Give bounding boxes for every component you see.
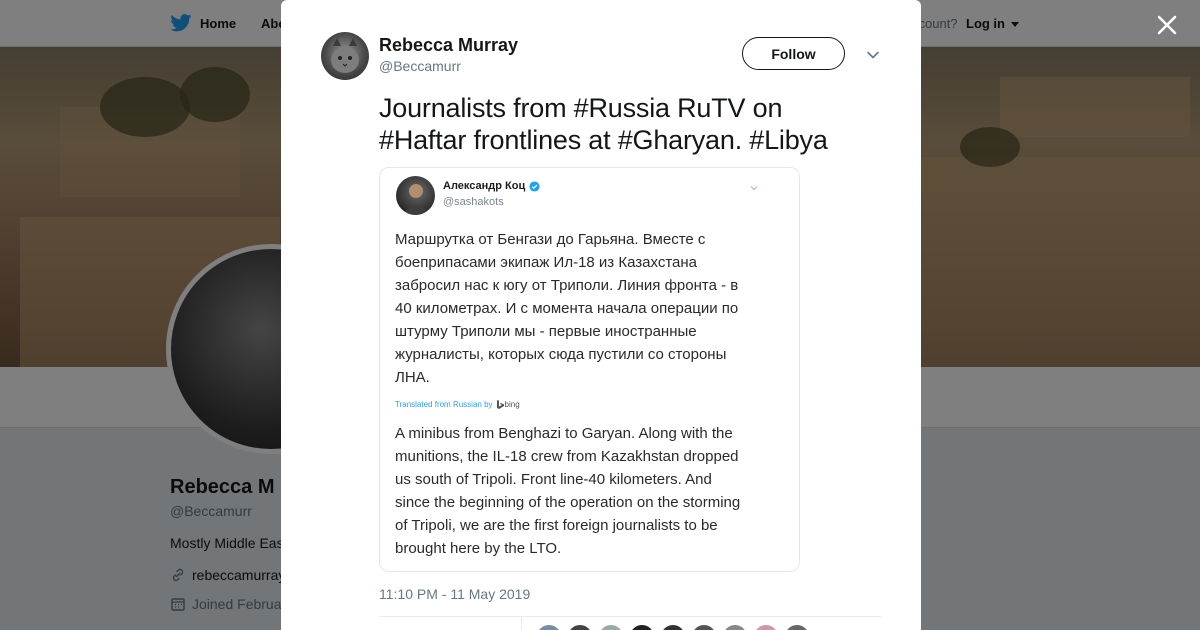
tweet-media-image[interactable]: Александр Коц @sashakots Маршрутка от Бе… (379, 167, 800, 572)
tweet-text-line: Journalists from #Russia RuTV on (379, 93, 783, 123)
avatar[interactable] (660, 624, 686, 630)
cat-photo-icon (331, 38, 359, 73)
divider (379, 616, 881, 617)
follow-button[interactable]: Follow (742, 37, 845, 70)
avatar[interactable] (784, 624, 810, 630)
translation-attribution: Translated from Russian by bing (395, 400, 520, 409)
divider (521, 617, 522, 630)
tweet-author-name[interactable]: Rebecca Murray (379, 35, 518, 56)
likers-avatars[interactable] (536, 624, 810, 630)
tweet-modal: Rebecca Murray @Beccamurr Follow Journal… (281, 0, 921, 630)
bing-logo: bing (496, 400, 520, 409)
chevron-down-icon (750, 186, 758, 191)
tweet-author-handle[interactable]: @Beccamurr (379, 58, 461, 74)
embedded-author-name-label: Александр Коц (443, 180, 526, 192)
avatar[interactable] (598, 624, 624, 630)
tweet-text: Journalists from #Russia RuTV on #Haftar… (379, 92, 879, 156)
bing-icon (496, 400, 504, 409)
bing-label: bing (504, 400, 520, 409)
verified-badge-icon (529, 180, 540, 192)
embedded-author-avatar (396, 176, 435, 215)
translated-label: Translated from Russian by (395, 400, 493, 409)
avatar[interactable] (722, 624, 748, 630)
avatar[interactable] (567, 624, 593, 630)
avatar[interactable] (536, 624, 562, 630)
embedded-tweet-translation: A minibus from Benghazi to Garyan. Along… (395, 425, 741, 557)
embedded-author-name: Александр Коц (443, 180, 540, 192)
embedded-author-handle: @sashakots (443, 196, 504, 208)
person-photo-icon (402, 184, 430, 215)
avatar[interactable] (753, 624, 779, 630)
close-icon[interactable] (1155, 13, 1179, 37)
tweet-timestamp[interactable]: 11:10 PM - 11 May 2019 (379, 586, 530, 602)
tweet-text-line: #Haftar frontlines at #Gharyan. #Libya (379, 125, 828, 155)
embedded-tweet-text: Маршрутка от Бенгази до Гарьяна. Вместе … (395, 231, 739, 386)
avatar[interactable] (691, 624, 717, 630)
avatar[interactable] (629, 624, 655, 630)
tweet-author-avatar[interactable] (321, 32, 369, 80)
chevron-down-icon[interactable] (866, 48, 880, 62)
